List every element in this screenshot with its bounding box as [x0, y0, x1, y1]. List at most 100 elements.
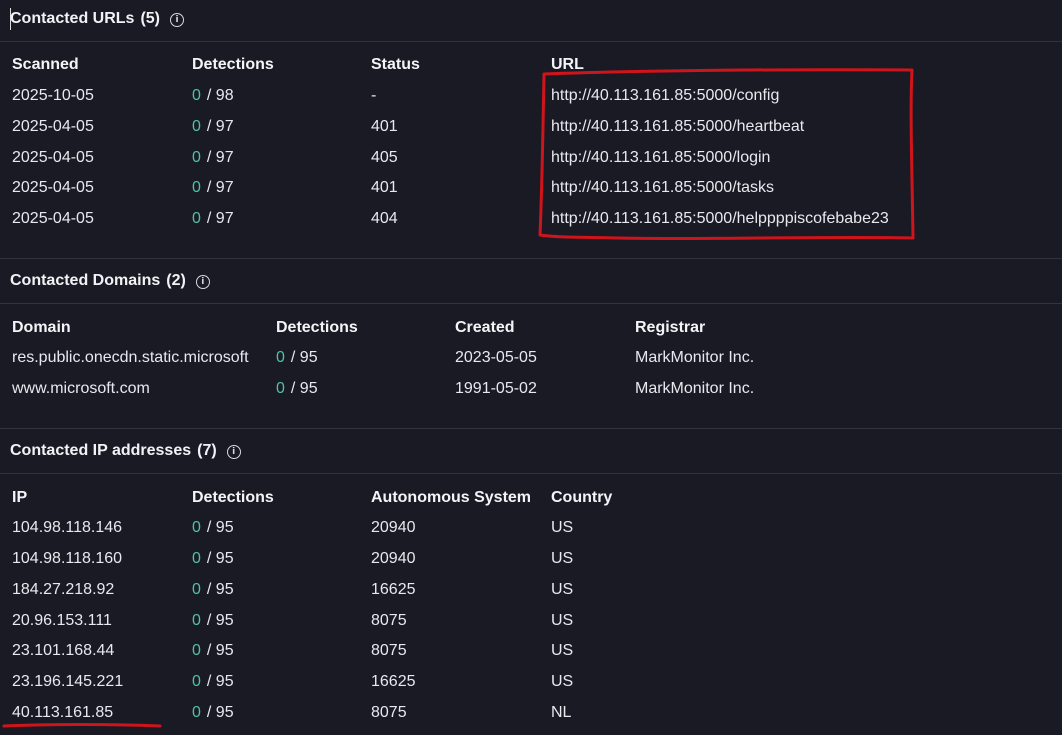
- detections-count: 0: [192, 118, 201, 135]
- table-header-row: Scanned Detections Status URL: [0, 55, 1062, 85]
- table-row: www.microsoft.com 0 / 95 1991-05-02 MarkM…: [0, 379, 1062, 409]
- detections-count: 0: [192, 519, 201, 536]
- column-header-domain[interactable]: Domain: [12, 318, 71, 338]
- url-link[interactable]: http://40.113.161.85:5000/tasks: [551, 178, 774, 198]
- detections-value[interactable]: 0 / 95: [192, 549, 234, 569]
- detections-value[interactable]: 0 / 98: [192, 86, 234, 106]
- column-header-created[interactable]: Created: [455, 318, 515, 338]
- scanned-date: 2025-04-05: [12, 210, 94, 227]
- column-header-detections[interactable]: Detections: [192, 55, 274, 75]
- detections-total: / 97: [206, 179, 234, 196]
- table-row: 40.113.161.85 0 / 95 8075 NL: [0, 703, 1062, 733]
- column-header-registrar[interactable]: Registrar: [635, 318, 705, 338]
- column-header-scanned[interactable]: Scanned: [12, 55, 79, 75]
- detections-count: 0: [192, 642, 201, 659]
- detections-value[interactable]: 0 / 97: [192, 148, 234, 168]
- registrar-name: MarkMonitor Inc.: [635, 380, 755, 397]
- country-code: US: [551, 612, 574, 629]
- table-row: 104.98.118.146 0 / 95 20940 US: [0, 518, 1062, 548]
- status-code: 401: [371, 118, 398, 135]
- ip-link[interactable]: 184.27.218.92: [12, 580, 114, 600]
- detections-total: / 95: [290, 380, 318, 397]
- info-icon[interactable]: i: [226, 445, 241, 459]
- detections-value[interactable]: 0 / 95: [276, 348, 318, 368]
- domain-link[interactable]: res.public.onecdn.static.microsoft: [12, 348, 249, 368]
- detections-value[interactable]: 0 / 95: [192, 611, 234, 631]
- contacted-ips-title[interactable]: Contacted IP addresses (7) i: [10, 442, 241, 460]
- scanned-date: 2025-10-05: [12, 87, 94, 104]
- domain-link[interactable]: www.microsoft.com: [12, 379, 150, 399]
- autonomous-system: 16625: [371, 581, 416, 598]
- scanned-date: 2025-04-05: [12, 149, 94, 166]
- scanned-date: 2025-04-05: [12, 179, 94, 196]
- registrar-name: MarkMonitor Inc.: [635, 349, 755, 366]
- url-link[interactable]: http://40.113.161.85:5000/login: [551, 148, 770, 168]
- section-title-text: Contacted Domains: [10, 272, 161, 289]
- detections-count: 0: [192, 704, 201, 721]
- ip-link[interactable]: 40.113.161.85: [12, 703, 113, 723]
- detections-value[interactable]: 0 / 95: [192, 580, 234, 600]
- ip-link[interactable]: 20.96.153.111: [12, 611, 112, 631]
- detections-value[interactable]: 0 / 95: [192, 703, 234, 723]
- column-header-autonomous-system[interactable]: Autonomous System: [371, 488, 531, 508]
- detections-total: / 95: [206, 642, 234, 659]
- detections-count: 0: [192, 581, 201, 598]
- url-link[interactable]: http://40.113.161.85:5000/heartbeat: [551, 117, 804, 137]
- status-code: 401: [371, 179, 398, 196]
- detections-total: / 95: [206, 550, 234, 567]
- column-header-status[interactable]: Status: [371, 55, 420, 75]
- created-date: 1991-05-02: [455, 380, 537, 397]
- detections-value[interactable]: 0 / 95: [192, 641, 234, 661]
- detections-count: 0: [192, 210, 201, 227]
- detections-count: 0: [192, 179, 201, 196]
- table-row: 23.101.168.44 0 / 95 8075 US: [0, 641, 1062, 671]
- detections-count: 0: [276, 349, 285, 366]
- column-header-ip[interactable]: IP: [12, 488, 27, 508]
- ip-link[interactable]: 104.98.118.146: [12, 518, 122, 538]
- created-date: 2023-05-05: [455, 349, 537, 366]
- detections-total: / 95: [206, 673, 234, 690]
- autonomous-system: 8075: [371, 612, 407, 629]
- detections-total: / 95: [206, 519, 234, 536]
- contacted-domains-title[interactable]: Contacted Domains (2) i: [10, 272, 210, 290]
- detections-value[interactable]: 0 / 95: [276, 379, 318, 399]
- column-header-detections[interactable]: Detections: [276, 318, 358, 338]
- section-count: (7): [197, 442, 217, 459]
- detections-value[interactable]: 0 / 97: [192, 209, 234, 229]
- detections-count: 0: [192, 87, 201, 104]
- column-header-country[interactable]: Country: [551, 488, 612, 508]
- table-row: 2025-04-05 0 / 97 401 http://40.113.161.8…: [0, 117, 1062, 147]
- table-row: 104.98.118.160 0 / 95 20940 US: [0, 549, 1062, 579]
- table-row: 2025-04-05 0 / 97 401 http://40.113.161.8…: [0, 178, 1062, 208]
- section-divider: [0, 258, 1062, 259]
- info-icon[interactable]: i: [170, 13, 185, 27]
- ip-link[interactable]: 23.101.168.44: [12, 641, 114, 661]
- table-row: 20.96.153.111 0 / 95 8075 US: [0, 611, 1062, 641]
- autonomous-system: 8075: [371, 704, 407, 721]
- url-link[interactable]: http://40.113.161.85:5000/config: [551, 86, 779, 106]
- column-header-detections[interactable]: Detections: [192, 488, 274, 508]
- contacted-urls-title[interactable]: Contacted URLs (5) i: [10, 10, 185, 28]
- country-code: US: [551, 581, 574, 598]
- scanned-date: 2025-04-05: [12, 118, 94, 135]
- url-link[interactable]: http://40.113.161.85:5000/helppppiscofeb…: [551, 209, 889, 229]
- column-header-url[interactable]: URL: [551, 55, 584, 75]
- detections-count: 0: [192, 149, 201, 166]
- detections-value[interactable]: 0 / 97: [192, 117, 234, 137]
- info-icon[interactable]: i: [195, 275, 210, 289]
- ip-link[interactable]: 104.98.118.160: [12, 549, 122, 569]
- autonomous-system: 20940: [371, 519, 416, 536]
- detections-total: / 95: [206, 704, 234, 721]
- detections-total: / 95: [206, 612, 234, 629]
- detections-value[interactable]: 0 / 95: [192, 672, 234, 692]
- section-divider: [0, 428, 1062, 429]
- autonomous-system: 8075: [371, 642, 407, 659]
- table-header-row: IP Detections Autonomous System Country: [0, 488, 1062, 518]
- detections-count: 0: [192, 673, 201, 690]
- detections-value[interactable]: 0 / 95: [192, 518, 234, 538]
- detections-count: 0: [192, 612, 201, 629]
- detections-value[interactable]: 0 / 97: [192, 178, 234, 198]
- country-code: NL: [551, 704, 572, 721]
- status-code: -: [371, 87, 377, 104]
- ip-link[interactable]: 23.196.145.221: [12, 672, 123, 692]
